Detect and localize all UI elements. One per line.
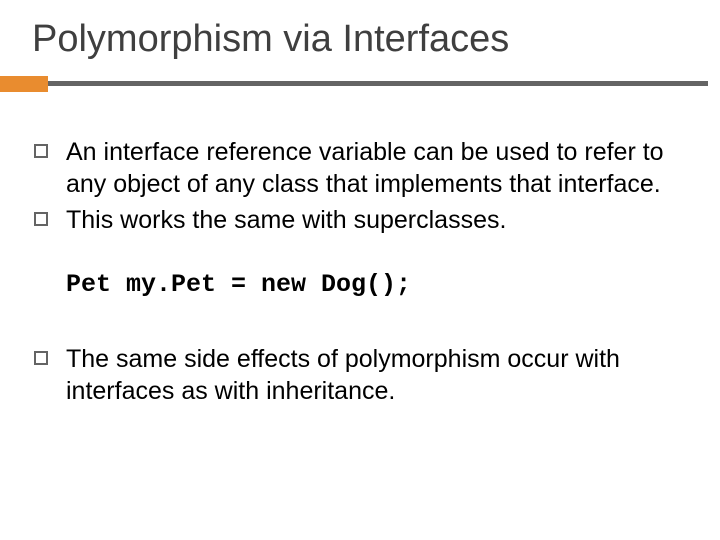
slide-title: Polymorphism via Interfaces xyxy=(0,18,720,62)
list-item: An interface reference variable can be u… xyxy=(34,136,672,200)
bullet-text: The same side effects of polymorphism oc… xyxy=(66,343,672,407)
slide: Polymorphism via Interfaces An interface… xyxy=(0,0,720,540)
code-sample: Pet my.Pet = new Dog(); xyxy=(34,270,672,299)
title-rule xyxy=(0,76,720,92)
bullet-text: This works the same with superclasses. xyxy=(66,204,506,236)
slide-body: An interface reference variable can be u… xyxy=(0,136,720,407)
bullet-text: An interface reference variable can be u… xyxy=(66,136,672,200)
rule-line xyxy=(48,81,708,86)
list-item: The same side effects of polymorphism oc… xyxy=(34,343,672,407)
bullet-icon xyxy=(34,212,48,226)
bullet-icon xyxy=(34,351,48,365)
accent-block xyxy=(0,76,48,92)
list-item: This works the same with superclasses. xyxy=(34,204,672,236)
bullet-icon xyxy=(34,144,48,158)
